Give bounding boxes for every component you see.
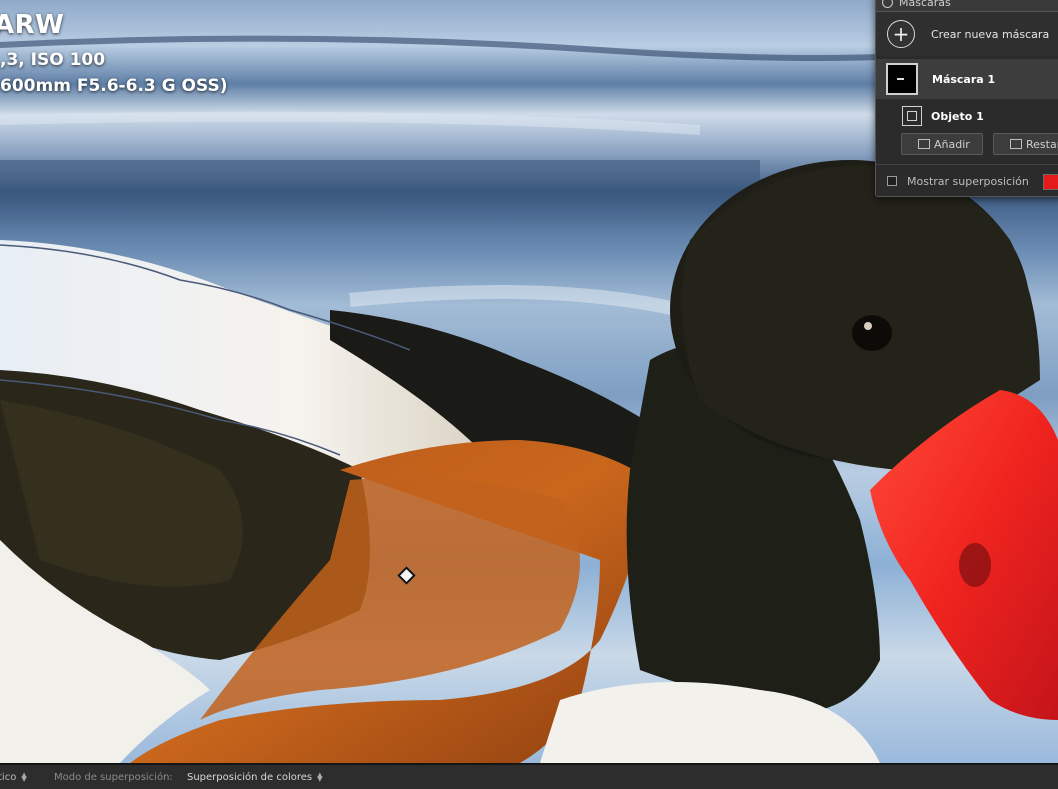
- plus-icon[interactable]: +: [887, 20, 915, 48]
- masks-panel-title: Máscaras: [899, 0, 951, 9]
- show-overlay-checkbox[interactable]: [887, 176, 897, 186]
- add-mask-icon: [918, 139, 930, 149]
- show-overlay-label: Mostrar superposición: [907, 174, 1029, 188]
- mask-thumbnail: [886, 63, 918, 95]
- mask-name-label: Máscara 1: [932, 72, 996, 86]
- subtract-from-mask-button[interactable]: Restar: [993, 133, 1058, 155]
- mask-component-label: Objeto 1: [931, 109, 984, 123]
- up-down-arrows-icon: ▲ ▼: [317, 771, 323, 783]
- masks-panel-header[interactable]: Máscaras: [876, 0, 1058, 12]
- bottom-toolbar: tico ▲▼ Modo de superposición: Superposic…: [0, 763, 1058, 789]
- select-object-icon: [902, 106, 922, 126]
- create-new-mask-row[interactable]: + Crear nueva máscara: [876, 12, 1058, 56]
- lens-info-text: 600mm F5.6-6.3 G OSS): [0, 76, 228, 96]
- up-down-arrows-icon: ▲ ▼: [21, 771, 27, 783]
- subtract-button-label: Restar: [1026, 137, 1058, 151]
- masks-icon: [882, 0, 893, 8]
- subtract-mask-icon: [1010, 139, 1022, 149]
- overlay-color-swatch[interactable]: [1043, 174, 1058, 190]
- show-overlay-row: Mostrar superposición: [876, 171, 1058, 191]
- auto-mode-value: tico: [0, 772, 17, 783]
- mask-component-item[interactable]: Objeto 1: [876, 103, 1058, 129]
- add-button-label: Añadir: [934, 137, 970, 151]
- overlay-mode-value: Superposición de colores: [187, 772, 313, 783]
- overlay-mode-select[interactable]: Superposición de colores ▲ ▼: [187, 771, 323, 784]
- add-to-mask-button[interactable]: Añadir: [901, 133, 983, 155]
- overlay-mode-label: Modo de superposición:: [54, 772, 173, 783]
- mask-list-item[interactable]: Máscara 1: [876, 59, 1058, 99]
- auto-mode-select[interactable]: tico ▲▼: [0, 771, 27, 784]
- create-new-mask-label: Crear nueva máscara: [931, 27, 1050, 41]
- exposure-info-text: ,3, ISO 100: [0, 50, 106, 70]
- file-name-text: ARW: [0, 10, 65, 40]
- masks-panel: Máscaras + Crear nueva máscara Máscara 1…: [875, 0, 1058, 197]
- divider: [876, 164, 1058, 165]
